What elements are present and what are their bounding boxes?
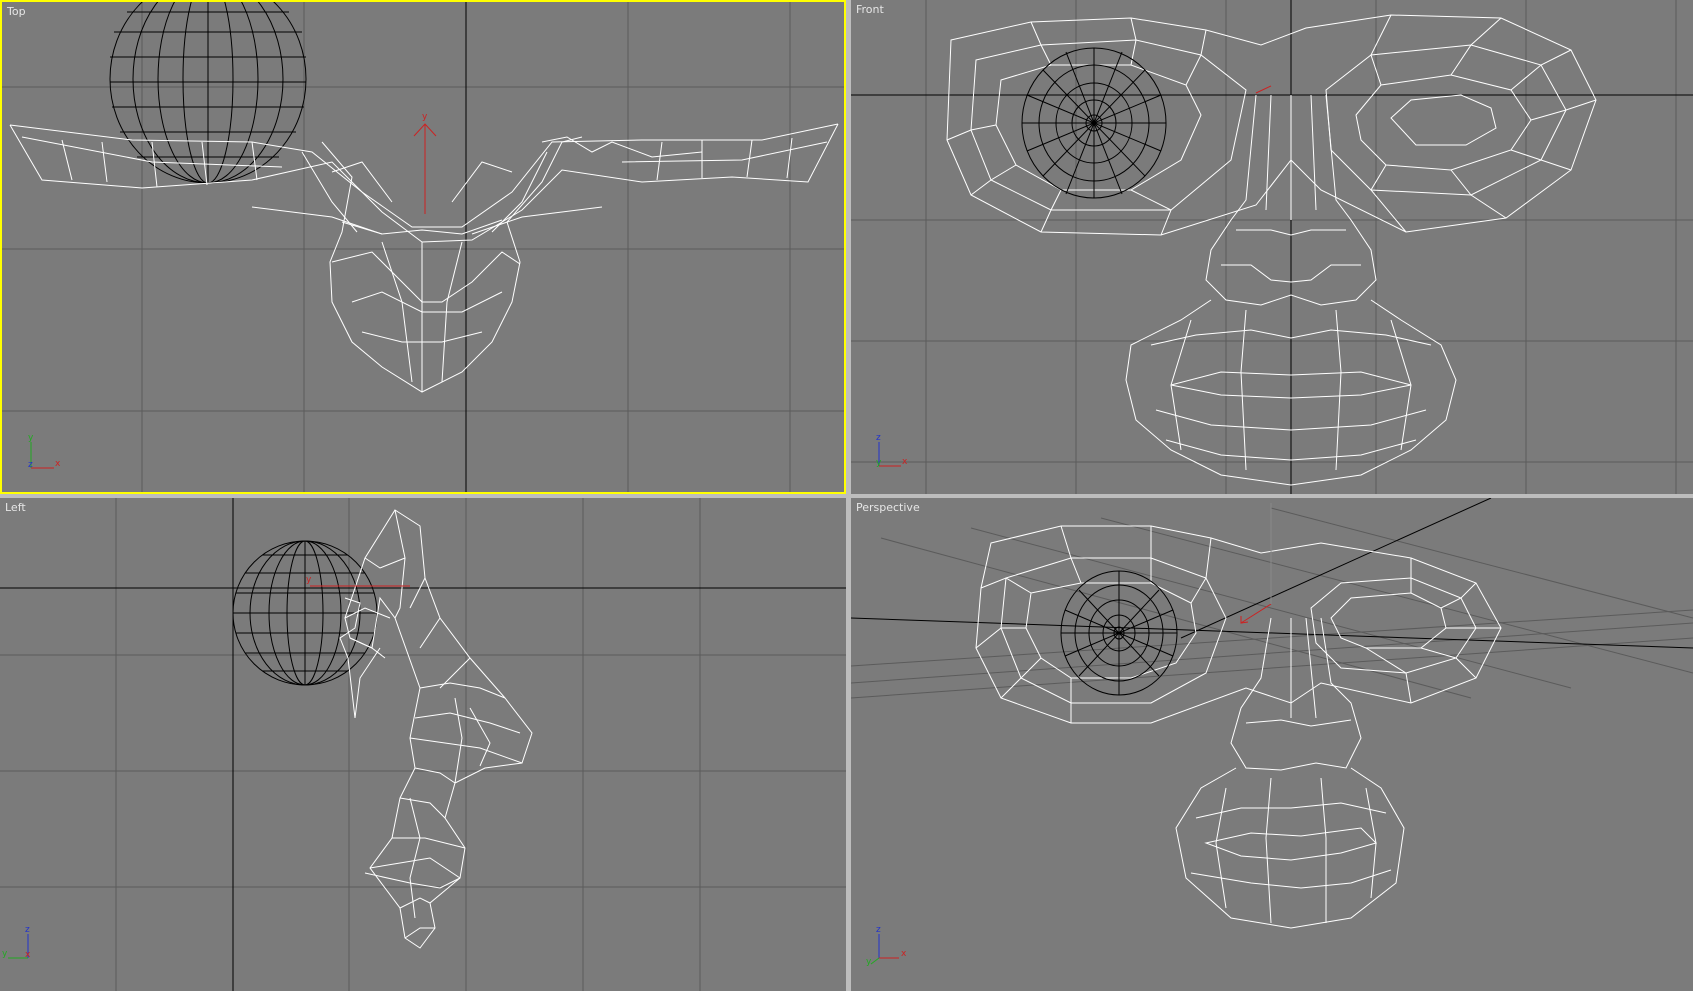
gizmo-y-label: y <box>422 112 428 122</box>
axis-tripod-icon: z x y <box>866 925 907 967</box>
eyeball-wireframe-top <box>109 2 307 184</box>
viewport-label-top[interactable]: Top <box>7 5 26 18</box>
viewport-top[interactable]: Top y y x z <box>0 0 846 494</box>
front-grid <box>851 0 1693 494</box>
front-view-canvas: z x y <box>851 0 1693 494</box>
svg-text:y: y <box>2 949 8 959</box>
viewport-front[interactable]: Front z x y <box>851 0 1693 494</box>
svg-text:y: y <box>28 433 34 443</box>
pivot-gizmo-top: y <box>413 112 437 214</box>
viewport-label-perspective[interactable]: Perspective <box>856 501 920 514</box>
svg-text:y: y <box>866 957 872 967</box>
face-mesh-top <box>9 123 839 393</box>
svg-text:x: x <box>901 949 907 959</box>
svg-text:x: x <box>55 459 61 469</box>
svg-text:z: z <box>876 925 881 935</box>
top-view-canvas: y y x z <box>2 2 844 492</box>
top-grid <box>2 2 844 492</box>
perspective-grid <box>851 498 1693 699</box>
svg-text:y: y <box>876 458 882 468</box>
face-mesh-front <box>946 14 1597 486</box>
left-view-canvas: y z y x <box>0 498 846 991</box>
svg-text:z: z <box>876 433 881 443</box>
pivot-gizmo-perspective <box>1240 503 1272 624</box>
viewport-label-left[interactable]: Left <box>5 501 26 514</box>
svg-text:y: y <box>306 575 312 585</box>
axis-tripod-icon: y x z <box>28 433 61 470</box>
viewport-label-front[interactable]: Front <box>856 3 884 16</box>
pivot-gizmo-front <box>1255 85 1272 94</box>
svg-text:z: z <box>28 460 33 470</box>
face-mesh-left <box>339 509 533 949</box>
axis-tripod-icon: z y x <box>2 925 31 960</box>
svg-text:z: z <box>25 925 30 935</box>
viewport-left[interactable]: Left y z y x <box>0 498 846 991</box>
left-grid <box>0 498 846 991</box>
perspective-view-canvas: z x y <box>851 498 1693 967</box>
viewport-perspective[interactable]: Perspective z x y <box>851 498 1693 991</box>
eyeball-wireframe-front <box>1021 47 1167 199</box>
svg-text:x: x <box>25 950 31 960</box>
svg-text:x: x <box>902 457 908 467</box>
axis-tripod-icon: z x y <box>876 433 908 468</box>
face-mesh-perspective <box>975 525 1502 929</box>
